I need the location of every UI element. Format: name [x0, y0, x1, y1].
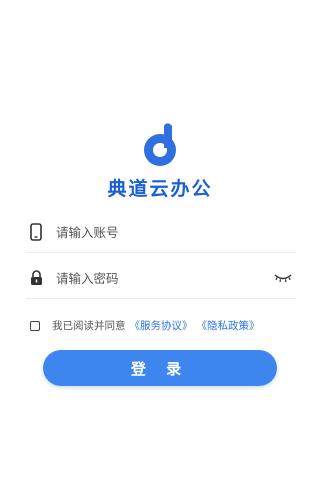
- agreement-checkbox[interactable]: [30, 320, 40, 331]
- service-agreement-link[interactable]: 《服务协议》: [130, 318, 193, 333]
- phone-icon: [26, 222, 46, 242]
- password-field: [26, 258, 296, 299]
- account-field: [26, 212, 296, 253]
- login-button[interactable]: 登 录: [43, 350, 277, 386]
- privacy-policy-link[interactable]: 《隐私政策》: [197, 318, 260, 333]
- music-note-logo-icon: [144, 123, 176, 166]
- agreement-row: 我已阅读并同意 《服务协议》 《隐私政策》: [30, 318, 260, 333]
- lock-icon: [26, 268, 46, 288]
- account-input[interactable]: [54, 216, 296, 248]
- agreement-text: 我已阅读并同意: [52, 320, 126, 332]
- app-name: 典道云办公: [107, 178, 213, 200]
- app-logo: [136, 120, 186, 170]
- password-input[interactable]: [54, 262, 272, 294]
- eye-closed-icon[interactable]: [272, 271, 294, 285]
